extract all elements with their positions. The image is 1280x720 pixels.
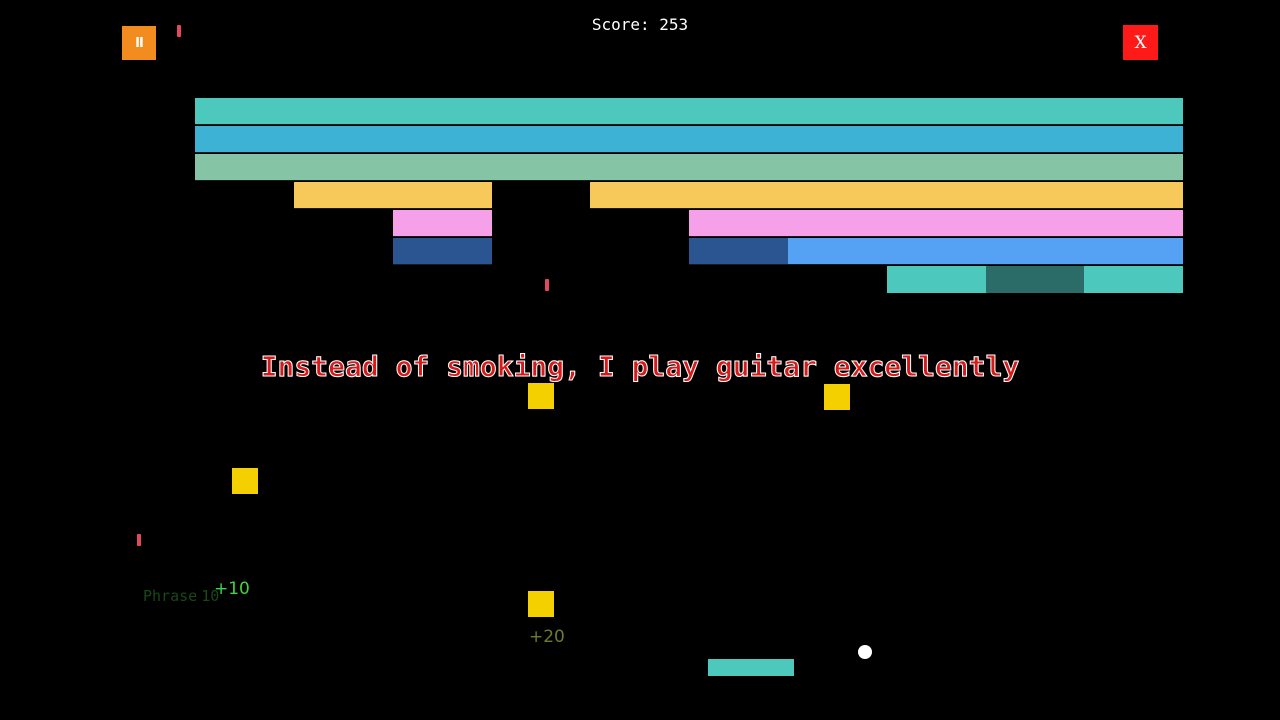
brick [294,182,492,209]
powerup-block [824,384,850,410]
brick [689,210,1183,237]
bonus-popup: +20 [529,627,565,647]
powerup-block [528,383,554,409]
powerup-block [232,468,258,494]
brick [195,98,1183,125]
falling-drop [545,279,549,291]
phase-indicator: Phrase 10 [143,587,219,605]
falling-drop [137,534,141,546]
brick [590,182,1183,209]
brick [689,238,788,265]
pause-icon: II [135,35,144,51]
score-value: 253 [659,15,689,34]
paddle[interactable] [708,659,794,676]
bonus-popup: +10 [214,579,250,599]
phase-label: Phrase [143,587,198,605]
close-icon: X [1134,32,1147,53]
ball [858,645,872,659]
brick [393,210,492,237]
brick [887,266,986,293]
powerup-block [528,591,554,617]
brick [195,126,1183,153]
brick [195,154,1183,181]
game-stage[interactable]: II Score: 253 X Instead of smoking, I pl… [0,0,1280,720]
phrase-text: Instead of smoking, I play guitar excell… [260,350,1020,384]
pause-button[interactable]: II [122,26,156,60]
brick [986,266,1084,293]
falling-drop [177,25,181,37]
close-button[interactable]: X [1123,25,1158,60]
score-display: Score: 253 [540,15,740,34]
brick [788,238,1183,265]
brick [1084,266,1183,293]
score-label: Score: [591,15,650,34]
brick [393,238,492,265]
